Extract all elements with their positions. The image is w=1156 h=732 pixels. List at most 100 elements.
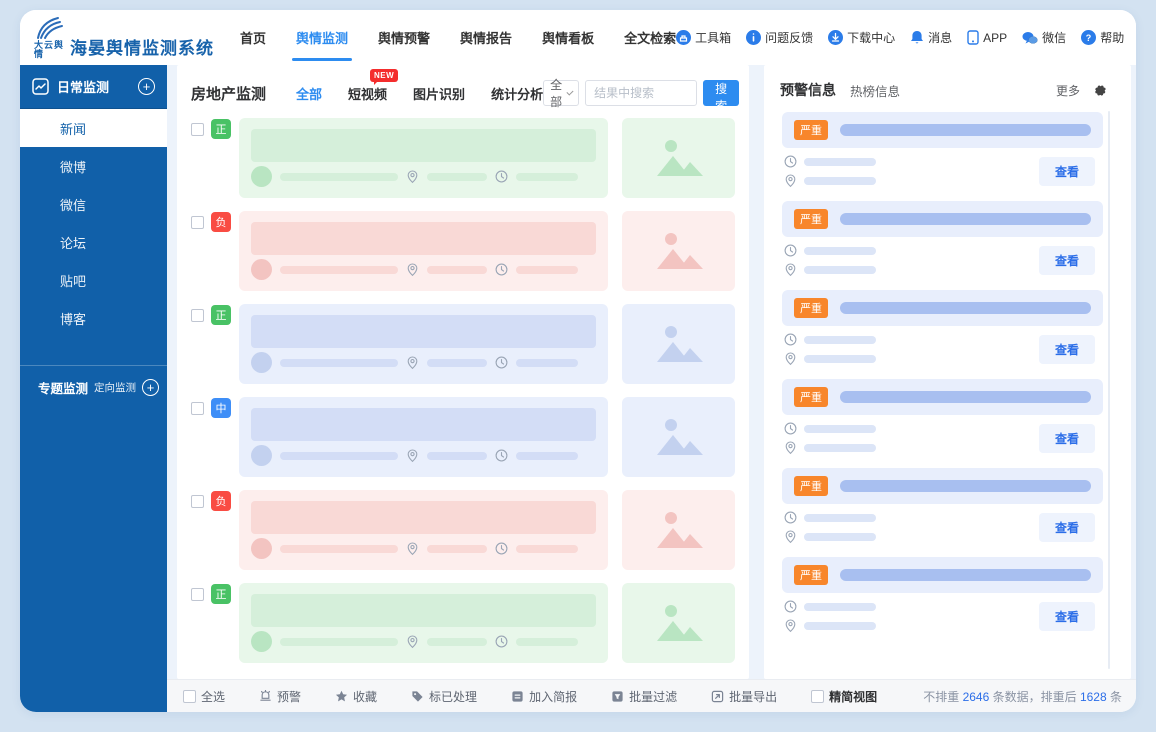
time-skeleton	[804, 157, 876, 166]
sidebar-item-2[interactable]: 微信	[20, 185, 167, 223]
tab-statistics[interactable]: 统计分析	[491, 84, 543, 103]
toolbox-button[interactable]: 工具箱	[676, 29, 731, 46]
tab-hot-list[interactable]: 热榜信息	[850, 81, 900, 100]
alert-title-card[interactable]: 严重	[782, 290, 1103, 326]
sidebar-topic-section[interactable]: 专题监测 定向监测 +	[20, 365, 167, 409]
select-all-label: 全选	[201, 689, 226, 704]
sidebar-item-4[interactable]: 贴吧	[20, 261, 167, 299]
more-link[interactable]: 更多	[1056, 82, 1080, 99]
nav-report[interactable]: 舆情报告	[460, 10, 512, 65]
result-card[interactable]	[239, 490, 608, 570]
result-thumbnail[interactable]	[622, 304, 735, 384]
alert-title-card[interactable]: 严重	[782, 112, 1103, 148]
daily-monitor-title: 日常监测	[57, 80, 110, 95]
result-card[interactable]	[239, 397, 608, 477]
view-button[interactable]: 查看	[1038, 513, 1095, 542]
view-button[interactable]: 查看	[1038, 335, 1095, 364]
messages-button[interactable]: 消息	[910, 29, 952, 46]
download-center-button[interactable]: 下载中心	[828, 29, 895, 46]
result-card[interactable]	[239, 118, 608, 198]
select-all-checkbox[interactable]	[183, 689, 196, 703]
alert-title-skeleton	[840, 302, 1091, 314]
alarm-icon	[259, 689, 272, 703]
toolbox-icon	[676, 30, 692, 45]
batch-export-action[interactable]: 批量导出	[711, 688, 777, 705]
tab-alert-info[interactable]: 预警信息	[780, 80, 836, 100]
batch-filter-action[interactable]: 批量过滤	[611, 688, 677, 705]
search-input[interactable]	[585, 80, 698, 106]
sidebar-item-0[interactable]: 新闻	[20, 109, 167, 147]
location-pin-icon	[784, 263, 797, 277]
gear-icon[interactable]	[1092, 83, 1107, 98]
location-pin-icon	[784, 174, 797, 188]
result-meta	[251, 259, 596, 280]
wechat-button[interactable]: 微信	[1022, 29, 1066, 46]
severity-badge: 严重	[794, 209, 828, 229]
clock-icon	[784, 244, 797, 257]
tab-short-video[interactable]: 短视频 NEW	[348, 68, 399, 103]
alert-title-card[interactable]: 严重	[782, 379, 1103, 415]
search-scope-select[interactable]: 全部	[543, 78, 580, 109]
alert-title-card[interactable]: 严重	[782, 468, 1103, 504]
nav-home[interactable]: 首页	[240, 10, 266, 65]
sidebar: 日常监测 + 新闻 微博 微信 论坛 贴吧 博客 专题监测 定向监测 +	[20, 65, 167, 712]
search-button[interactable]: 搜索	[703, 80, 740, 113]
view-button[interactable]: 查看	[1038, 157, 1095, 186]
clock-icon	[495, 635, 508, 648]
view-button[interactable]: 查看	[1038, 602, 1095, 631]
row-checkbox[interactable]	[191, 309, 204, 322]
row-checkbox[interactable]	[191, 216, 204, 229]
view-button[interactable]: 查看	[1038, 424, 1095, 453]
severity-badge: 严重	[794, 565, 828, 585]
add-daily-monitor-button[interactable]: +	[138, 78, 155, 95]
alert-title-card[interactable]: 严重	[782, 201, 1103, 237]
app-button[interactable]: APP	[967, 30, 1007, 45]
feedback-button[interactable]: 问题反馈	[746, 29, 813, 46]
row-checkbox[interactable]	[191, 495, 204, 508]
result-thumbnail[interactable]	[622, 583, 735, 663]
image-placeholder-icon	[656, 512, 703, 548]
clock-icon	[784, 600, 797, 613]
result-row: 正	[191, 304, 735, 384]
compact-view-checkbox[interactable]	[811, 689, 825, 703]
time-skeleton	[516, 265, 578, 274]
row-checkbox[interactable]	[191, 123, 204, 136]
result-thumbnail[interactable]	[622, 211, 735, 291]
select-all[interactable]: 全选	[183, 688, 225, 705]
result-thumbnail[interactable]	[622, 490, 735, 570]
help-button[interactable]: ? 帮助	[1081, 29, 1124, 46]
add-topic-monitor-button[interactable]: +	[142, 379, 160, 396]
row-checkbox[interactable]	[191, 402, 204, 415]
mark-processed-action[interactable]: 标已处理	[411, 688, 477, 705]
image-placeholder-icon	[656, 605, 703, 641]
title-skeleton	[251, 501, 596, 534]
sidebar-item-5[interactable]: 博客	[20, 299, 167, 337]
compact-view-toggle[interactable]: 精简视图	[811, 688, 877, 705]
nav-dashboard[interactable]: 舆情看板	[542, 10, 594, 65]
view-button[interactable]: 查看	[1038, 246, 1095, 275]
tab-short-video-label: 短视频	[348, 86, 388, 102]
sidebar-item-3[interactable]: 论坛	[20, 223, 167, 261]
result-meta	[251, 538, 596, 559]
tab-all[interactable]: 全部	[296, 84, 322, 103]
result-card[interactable]	[239, 583, 608, 663]
result-list: 正 负 正 中 负 正	[177, 116, 749, 679]
nav-fulltext-search[interactable]: 全文检索	[624, 10, 676, 65]
tab-image-recognition[interactable]: 图片识别	[413, 84, 465, 103]
alert-title-card[interactable]: 严重	[782, 557, 1103, 593]
result-thumbnail[interactable]	[622, 118, 735, 198]
time-skeleton	[516, 358, 578, 367]
favorite-action[interactable]: 收藏	[335, 688, 377, 705]
alert-time-line	[784, 155, 1039, 168]
warn-action[interactable]: 预警	[259, 688, 301, 705]
add-briefing-action[interactable]: 加入简报	[511, 688, 577, 705]
sentiment-badge: 负	[211, 491, 231, 511]
sidebar-item-1[interactable]: 微博	[20, 147, 167, 185]
result-card[interactable]	[239, 304, 608, 384]
result-row: 正	[191, 583, 735, 663]
nav-warning[interactable]: 舆情预警	[378, 10, 430, 65]
row-checkbox[interactable]	[191, 588, 204, 601]
nav-monitor[interactable]: 舆情监测	[292, 10, 353, 65]
result-card[interactable]	[239, 211, 608, 291]
result-thumbnail[interactable]	[622, 397, 735, 477]
